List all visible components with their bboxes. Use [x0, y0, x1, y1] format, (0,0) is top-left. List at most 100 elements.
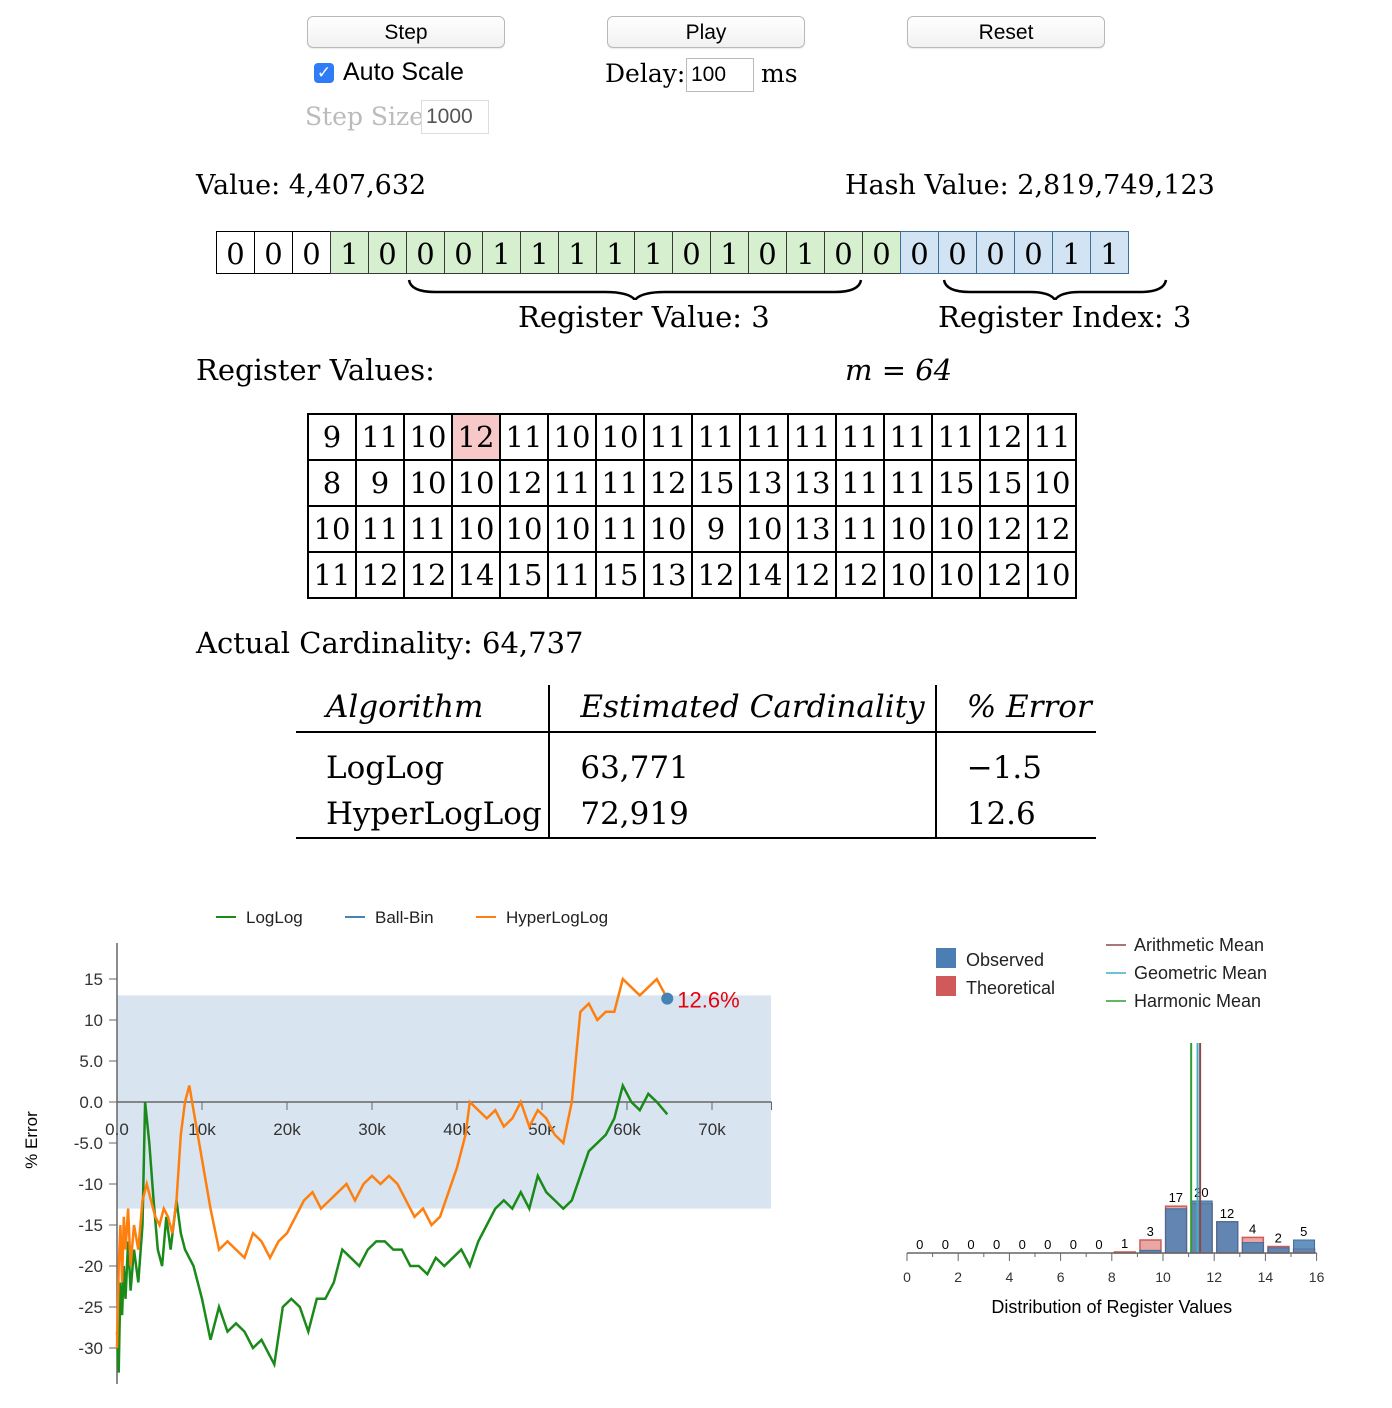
delay-input[interactable]: 100: [686, 58, 754, 92]
register-cell: 12: [835, 551, 885, 599]
observed-bar: [1165, 1208, 1188, 1254]
x-axis-label: Distribution of Register Values: [991, 1297, 1232, 1317]
value-bit: 1: [786, 231, 825, 274]
register-value-brace: [407, 279, 863, 300]
register-cell: 13: [643, 551, 693, 599]
endpoint-marker: [661, 992, 674, 1005]
register-cell: 10: [403, 413, 453, 461]
register-row: 8 9 10 10 12 11 11 12 15 13 13 11 11 15 15 10: [307, 459, 1077, 507]
value-bit: 1: [330, 231, 369, 274]
register-cell: 9: [691, 505, 741, 553]
x-tick-label: 12: [1206, 1269, 1222, 1285]
legend-swatch-observed: [936, 948, 956, 968]
delay-unit: ms: [761, 59, 798, 88]
bar-label: 0: [942, 1237, 949, 1252]
observed-bar: [1267, 1247, 1290, 1254]
register-index-label: Register Index: 3: [938, 300, 1192, 334]
register-cell: 11: [787, 413, 837, 461]
observed-bar: [1293, 1239, 1316, 1254]
bar-label: 3: [1147, 1224, 1154, 1239]
play-button[interactable]: Play: [607, 16, 805, 48]
legend-label: Arithmetic Mean: [1134, 935, 1264, 955]
estimate-cell: 72,919: [548, 791, 936, 839]
y-tick-label: 10: [84, 1011, 103, 1030]
observed-bar: [1216, 1221, 1239, 1254]
value-bit: 0: [824, 231, 863, 274]
y-tick-label: -30: [78, 1339, 103, 1358]
register-row: 9 11 10 12 11 10 10 11 11 11 11 11 11 11 12 11: [307, 413, 1077, 461]
x-tick-label: 2: [954, 1269, 962, 1285]
x-tick-label: 6: [1057, 1269, 1065, 1285]
value-bit: 0: [368, 231, 407, 274]
error-cell: −1.5: [934, 732, 1096, 791]
register-cell: 12: [451, 413, 501, 461]
bar-label: 4: [1249, 1221, 1256, 1236]
reset-button[interactable]: Reset: [907, 16, 1105, 48]
x-tick-label: 14: [1258, 1269, 1274, 1285]
legend-label: LogLog: [246, 908, 303, 927]
x-tick-label: 60k: [613, 1120, 641, 1139]
auto-scale-label[interactable]: Auto Scale: [343, 58, 464, 87]
y-tick-label: -20: [78, 1257, 103, 1276]
register-cell: 10: [883, 505, 933, 553]
register-cell: 11: [739, 413, 789, 461]
register-cell: 15: [499, 551, 549, 599]
register-cell: 11: [547, 459, 597, 507]
register-cell: 14: [739, 551, 789, 599]
register-cell: 11: [643, 413, 693, 461]
register-cell: 8: [307, 459, 357, 507]
legend-label: Observed: [966, 950, 1044, 970]
auto-scale-checkbox[interactable]: ✓: [314, 63, 334, 83]
y-tick-label: 5.0: [79, 1052, 103, 1071]
x-tick-label: 70k: [698, 1120, 726, 1139]
bar-label: 0: [1019, 1237, 1026, 1252]
register-row: 10 11 11 10 10 10 11 10 9 10 13 11 10 10 12 12: [307, 505, 1077, 553]
y-axis-label: % Error: [22, 1111, 41, 1169]
value-bit: 0: [444, 231, 483, 274]
index-bit: 0: [900, 231, 939, 274]
register-cell: 12: [355, 551, 405, 599]
endpoint-label: 12.6%: [677, 988, 739, 1013]
register-cell: 11: [883, 459, 933, 507]
observed-bar: [1241, 1242, 1264, 1254]
index-bit: 0: [938, 231, 977, 274]
register-cell: 15: [691, 459, 741, 507]
register-value-label: Register Value: 3: [518, 300, 770, 334]
value-bit: 0: [406, 231, 445, 274]
leading-bit: 0: [216, 231, 255, 274]
observed-bar: [1190, 1200, 1213, 1254]
register-cell: 12: [979, 551, 1029, 599]
register-cell: 10: [547, 505, 597, 553]
register-cell: 14: [451, 551, 501, 599]
legend-label: Ball-Bin: [375, 908, 434, 927]
register-cell: 10: [931, 505, 981, 553]
register-cell: 11: [883, 413, 933, 461]
register-cell: 10: [1027, 551, 1077, 599]
header-percent-error: % Error: [934, 685, 1096, 733]
value-bit: 1: [710, 231, 749, 274]
register-table: 9 11 10 12 11 10 10 11 11 11 11 11 11 11 12 11 8 9 10 10 12 1…: [307, 413, 1077, 599]
bar-label: 0: [967, 1237, 974, 1252]
step-button[interactable]: Step: [307, 16, 505, 48]
x-tick-label: 30k: [358, 1120, 386, 1139]
bar-label: 0: [993, 1237, 1000, 1252]
algorithm-cell: LogLog: [326, 750, 445, 786]
register-values-label: Register Values:: [196, 353, 435, 387]
register-cell: 11: [355, 413, 405, 461]
step-size-label: Step Size:: [305, 102, 433, 131]
step-size-input[interactable]: 1000: [421, 100, 489, 134]
register-cell: 15: [979, 459, 1029, 507]
bar-label: 0: [1070, 1237, 1077, 1252]
register-cell: 10: [499, 505, 549, 553]
register-cell: 11: [835, 459, 885, 507]
register-index-brace: [942, 279, 1168, 300]
legend-label: Harmonic Mean: [1134, 991, 1261, 1011]
y-tick-label: 0.0: [79, 1093, 103, 1112]
estimate-cell: 63,771: [548, 732, 936, 791]
legend-label: HyperLogLog: [506, 908, 608, 927]
index-bit: 1: [1090, 231, 1129, 274]
register-cell: 12: [643, 459, 693, 507]
bar-label: 1: [1121, 1236, 1128, 1251]
register-cell: 11: [931, 413, 981, 461]
register-cell: 10: [595, 413, 645, 461]
